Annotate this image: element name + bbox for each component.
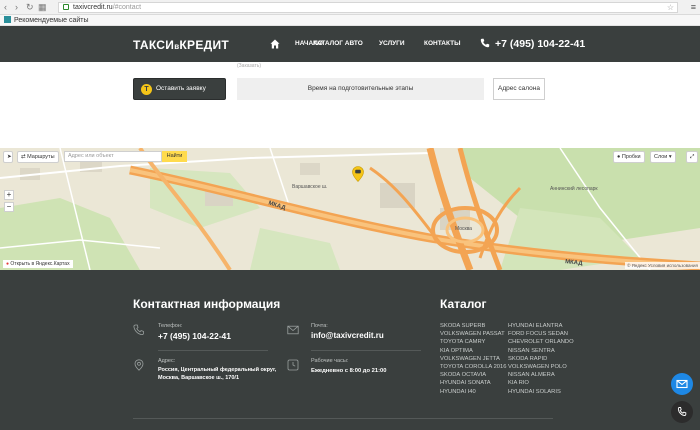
hours-value: Ежедневно с 8:00 до 21:00 [311, 368, 387, 374]
divider [311, 350, 421, 351]
mail-icon [287, 325, 299, 335]
site-logo[interactable]: ТАКСИвКРЕДИТ [133, 38, 229, 52]
footer-divider [133, 418, 553, 419]
bookmark-favicon-icon [4, 16, 11, 23]
url-path: /#contact [112, 4, 142, 11]
footer-phone[interactable]: +7 (495) 104-22-41 [158, 331, 231, 341]
zoom-in-button[interactable]: + [4, 190, 14, 200]
catalog-link[interactable]: HYUNDAI ELANTRA [508, 323, 562, 329]
address-line-2: Москва, Варшавское ш., 170/1 [158, 375, 239, 381]
catalog-link[interactable]: NISSAN ALMERA [508, 372, 555, 378]
traffic-button[interactable]: ● Пробки [613, 151, 645, 163]
nav-services[interactable]: УСЛУГИ [379, 40, 405, 47]
traffic-light-icon: ● [617, 154, 621, 160]
nav-contacts[interactable]: КОНТАКТЫ [424, 40, 460, 47]
catalog-link[interactable]: NISSAN SENTRA [508, 348, 555, 354]
map-pin-small-icon: ● [6, 261, 10, 267]
map-canvas [0, 148, 700, 270]
map-label-road: Варшавское ш. [292, 184, 328, 190]
phone-call-icon [677, 407, 687, 416]
location-icon [134, 359, 144, 371]
nav-catalog[interactable]: КАТАЛОГ АВТО [313, 40, 363, 47]
catalog-link[interactable]: CHEVROLET ORLANDO [508, 339, 574, 345]
catalog-link[interactable]: HYUNDAI I40 [440, 389, 476, 395]
map-label-forest: Аннинский лесопарк [550, 186, 598, 192]
catalog-link[interactable]: FORD FOCUS SEDAN [508, 331, 568, 337]
envelope-icon [676, 379, 688, 389]
order-button-label: Оставить заявку [156, 85, 206, 92]
url-host: taxivcredit.ru [73, 4, 113, 11]
catalog-title: Каталог [440, 297, 487, 311]
zoom-out-button[interactable]: − [4, 202, 14, 212]
chevron-down-icon: ▾ [668, 154, 672, 160]
map-copyright: © Яндекс Условия использования [625, 262, 700, 269]
header-phone[interactable]: +7 (495) 104-22-41 [495, 38, 585, 50]
hours-label: Рабочие часы: [311, 358, 349, 364]
prep-time-tab[interactable]: Время на подготовительные этапы [237, 78, 484, 100]
open-link-label: Открыть в Яндекс.Картах [10, 261, 70, 267]
logo-main: ТАКСИ [133, 38, 175, 52]
footer-email[interactable]: info@taxivcredit.ru [311, 331, 384, 340]
catalog-link[interactable]: KIA RIO [508, 380, 529, 386]
layers-label: Слои [654, 154, 668, 160]
divider [158, 350, 268, 351]
layers-button[interactable]: Слои ▾ [650, 151, 676, 163]
catalog-link[interactable]: VOLKSWAGEN PASSAT [440, 331, 505, 337]
catalog-link[interactable]: SKODA OCTAVIA [440, 372, 486, 378]
address-label: Адрес: [158, 358, 176, 364]
faint-caption: (Заказать) [237, 63, 262, 69]
email-fab-button[interactable] [671, 373, 693, 395]
yandex-map[interactable]: ➤ ⇄ Маршруты Адрес или объект Найти ● Пр… [0, 148, 700, 270]
forward-icon[interactable]: › [15, 2, 18, 12]
routes-icon: ⇄ [21, 154, 26, 160]
bookmark-star-icon[interactable]: ☆ [667, 3, 674, 12]
catalog-link[interactable]: SKODA RAPID [508, 356, 547, 362]
catalog-link[interactable]: TOYOTA CAMRY [440, 339, 485, 345]
site-footer: Контактная информация Каталог Телефон: +… [0, 270, 700, 430]
traffic-label: Пробки [621, 154, 641, 160]
lock-icon [63, 4, 69, 10]
catalog-link[interactable]: HYUNDAI SONATA [440, 380, 491, 386]
bookmark-item[interactable]: Рекомендуемые сайты [14, 17, 88, 24]
taxi-t-icon: Т [141, 84, 152, 95]
site-header: ТАКСИвКРЕДИТ НАЧАЛО КАТАЛОГ АВТО УСЛУГИ … [0, 26, 700, 62]
browser-menu-icon[interactable]: ≡ [691, 2, 696, 12]
clock-icon [287, 359, 299, 371]
order-button[interactable]: Т Оставить заявку [133, 78, 226, 100]
catalog-link[interactable]: VOLKSWAGEN JETTA [440, 356, 500, 362]
routes-button[interactable]: ⇄ Маршруты [17, 151, 59, 163]
map-label-moscow: Москва [455, 226, 473, 232]
phone-label: Телефон: [158, 323, 183, 329]
mail-label: Почта: [311, 323, 328, 329]
browser-toolbar: ‹ › ↻ ▦ taxivcredit.ru/#contact ☆ ≡ [0, 0, 700, 15]
address-line-1: Россия, Центральный федеральный округ, [158, 367, 277, 373]
reload-icon[interactable]: ↻ [26, 2, 34, 13]
map-search-input[interactable]: Адрес или объект [64, 151, 162, 162]
catalog-link[interactable]: VOLKSWAGEN POLO [508, 364, 567, 370]
logo-tail: КРЕДИТ [179, 38, 230, 52]
home-icon[interactable] [270, 39, 280, 49]
apps-grid-icon[interactable]: ▦ [38, 2, 47, 13]
map-find-button[interactable]: Найти [162, 151, 187, 162]
routes-label: Маршруты [27, 154, 55, 160]
contact-info-title: Контактная информация [133, 297, 281, 311]
fullscreen-icon[interactable]: ⤢ [686, 151, 698, 163]
catalog-link[interactable]: TOYOTA COROLLA 2016 [440, 364, 506, 370]
phone-icon [480, 38, 490, 48]
phone-icon [133, 324, 144, 336]
back-icon[interactable]: ‹ [4, 2, 7, 12]
catalog-link[interactable]: HYUNDAI SOLARIS [508, 389, 561, 395]
bookmarks-bar: Рекомендуемые сайты [0, 15, 700, 26]
contact-section: (Заказать) Т Оставить заявку Время на по… [0, 62, 700, 148]
catalog-link[interactable]: SKODA SUPERB [440, 323, 485, 329]
call-fab-button[interactable] [671, 401, 693, 423]
address-bar[interactable]: taxivcredit.ru/#contact ☆ [58, 2, 678, 13]
catalog-link[interactable]: KIA OPTIMA [440, 348, 473, 354]
address-button[interactable]: Адрес салона [493, 78, 545, 100]
location-pin-icon[interactable] [352, 166, 364, 182]
geolocation-icon[interactable]: ➤ [3, 151, 13, 163]
open-in-yandex-link[interactable]: ● Открыть в Яндекс.Картах [3, 260, 73, 268]
